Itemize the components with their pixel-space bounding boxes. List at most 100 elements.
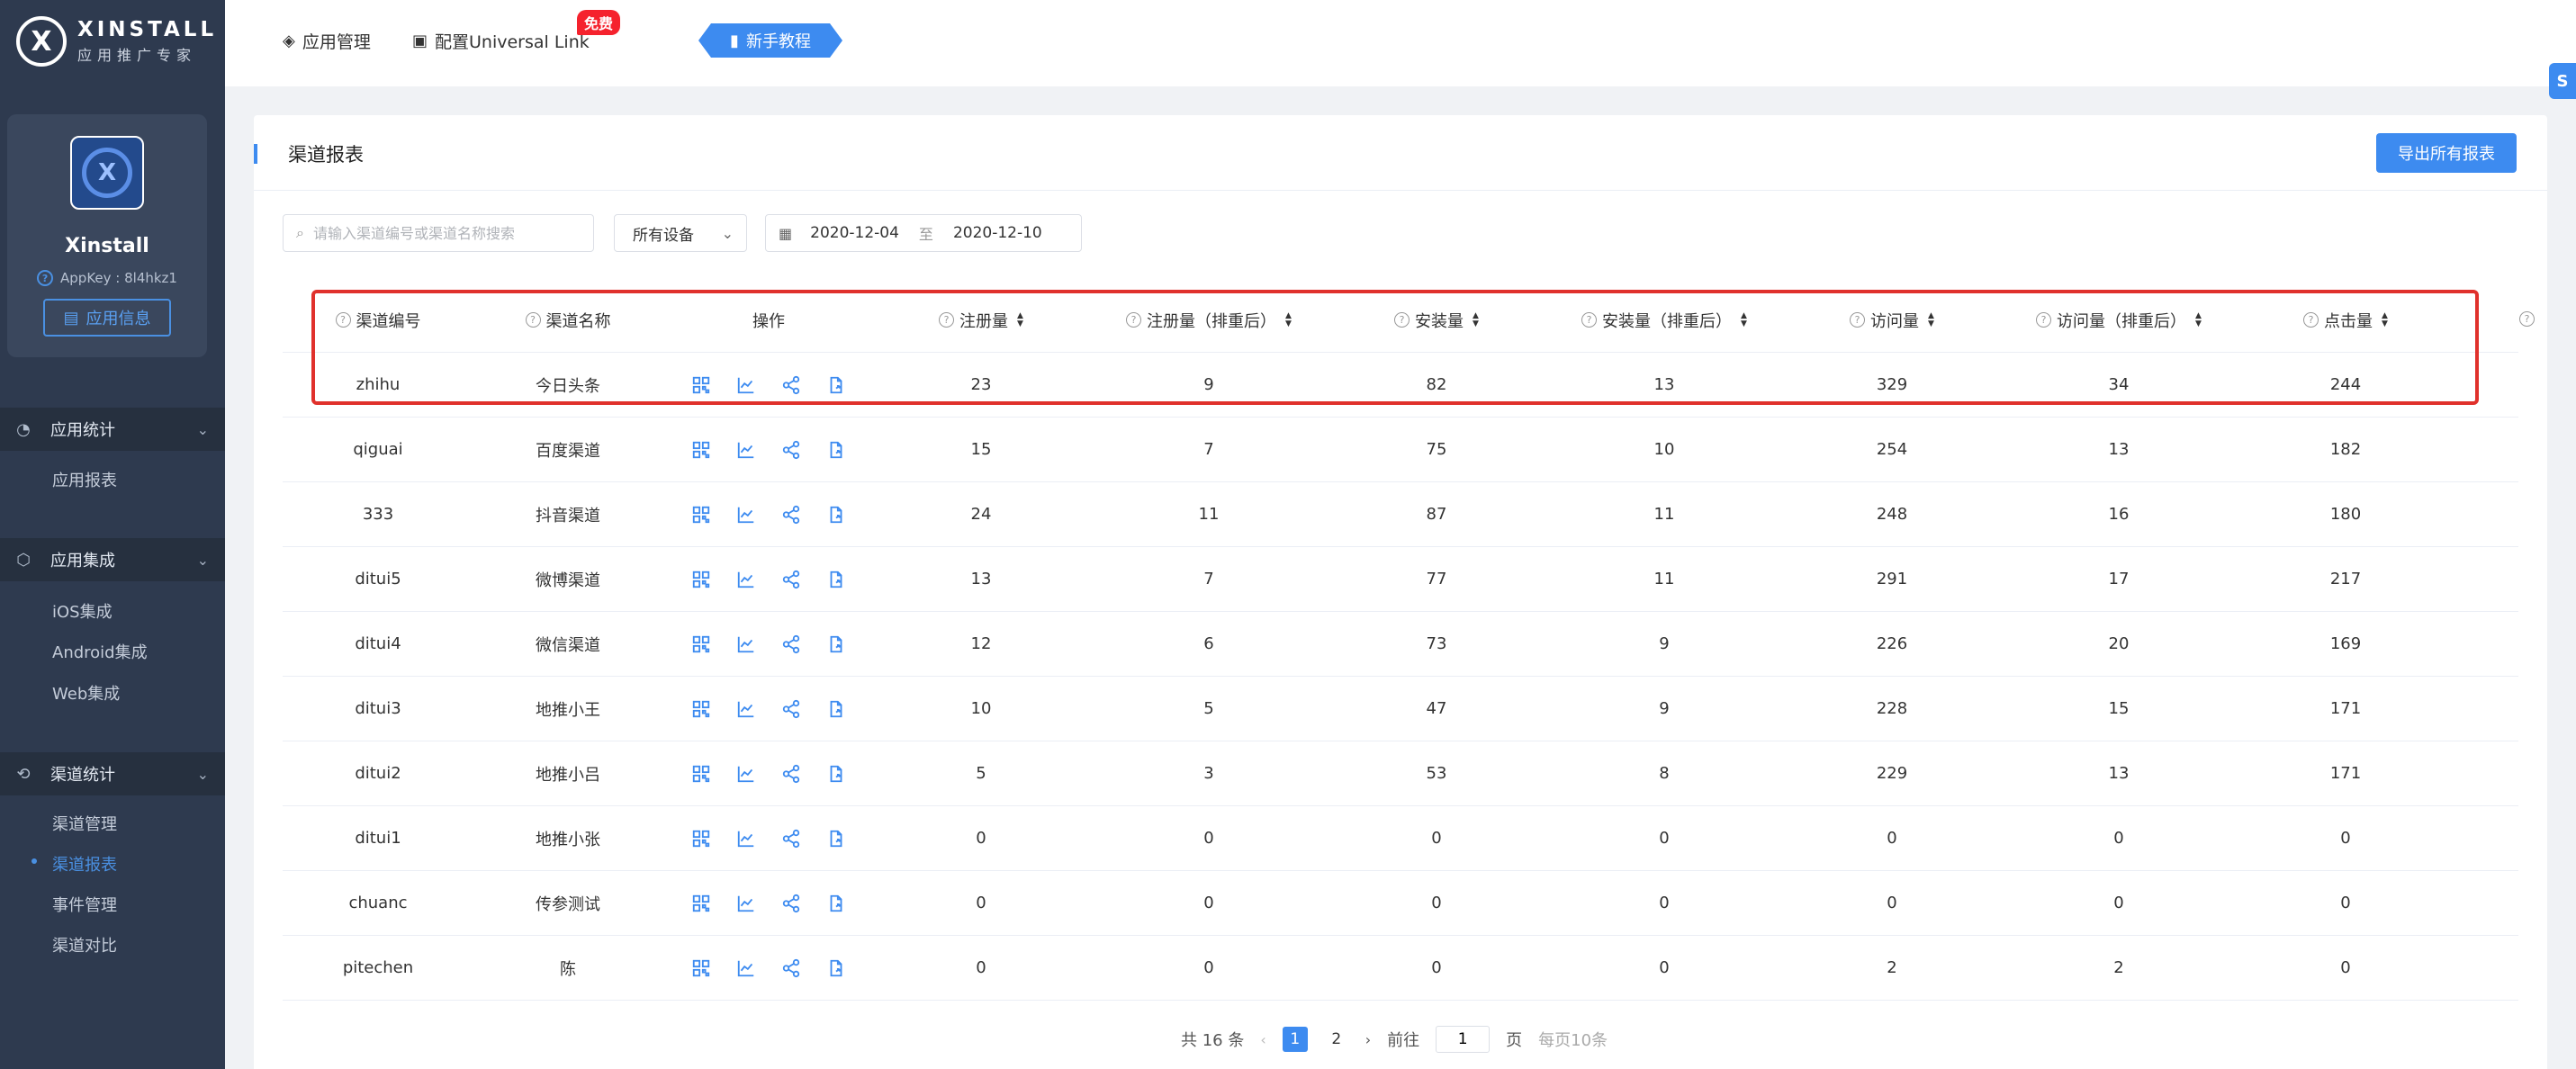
export-file-icon[interactable] (826, 570, 846, 589)
search-box[interactable]: ⌕ (283, 214, 594, 252)
share-icon[interactable] (781, 634, 801, 654)
calendar-icon: ▦ (779, 224, 793, 242)
nav-group-channel-stats[interactable]: ⟲ 渠道统计 ⌄ (0, 752, 225, 795)
help-icon[interactable]: ? (2519, 311, 2535, 327)
sort-icon[interactable]: ▲ ▼ (2195, 311, 2202, 328)
goto-page-input[interactable] (1436, 1026, 1491, 1053)
sidebar-item-app-report[interactable]: 应用报表 (52, 468, 117, 491)
share-icon[interactable] (781, 894, 801, 913)
help-icon[interactable]: ? (939, 312, 955, 328)
column-header[interactable]: ? 访问量 ▲ ▼ (1786, 309, 1998, 332)
column-header[interactable]: ? 注册量（排重后） ▲ ▼ (1087, 309, 1330, 332)
qrcode-icon[interactable] (691, 699, 711, 719)
table-cell: 0 (1203, 894, 1214, 912)
export-file-icon[interactable] (826, 634, 846, 654)
qrcode-icon[interactable] (691, 829, 711, 849)
export-all-button[interactable]: 导出所有报表 (2376, 133, 2517, 173)
share-icon[interactable] (781, 958, 801, 978)
search-input[interactable] (312, 224, 574, 242)
qrcode-icon[interactable] (691, 570, 711, 589)
export-file-icon[interactable] (826, 894, 846, 913)
floating-service-icon[interactable]: S (2549, 63, 2576, 99)
share-icon[interactable] (781, 375, 801, 395)
qrcode-icon[interactable] (691, 958, 711, 978)
help-icon[interactable]: ? (525, 312, 541, 328)
page-2-button[interactable]: 2 (1324, 1027, 1349, 1052)
sort-icon[interactable]: ▲ ▼ (1285, 311, 1292, 328)
share-icon[interactable] (781, 440, 801, 460)
qrcode-icon[interactable] (691, 764, 711, 784)
export-file-icon[interactable] (826, 764, 846, 784)
sort-icon[interactable]: ▲ ▼ (1017, 311, 1023, 328)
export-file-icon[interactable] (826, 829, 846, 849)
column-header[interactable]: ? 访问量（排重后） ▲ ▼ (1998, 309, 2239, 332)
line-chart-icon[interactable] (736, 505, 756, 525)
next-page-icon[interactable]: › (1365, 1031, 1371, 1048)
line-chart-icon[interactable] (736, 829, 756, 849)
sidebar-item-ios[interactable]: iOS集成 (52, 599, 113, 623)
qrcode-icon[interactable] (691, 894, 711, 913)
column-header[interactable]: ? 点击量 ▲ ▼ (2239, 309, 2452, 332)
column-header[interactable]: ? 安装量 ▲ ▼ (1330, 309, 1543, 332)
share-icon[interactable] (781, 699, 801, 719)
nav-group-app-integration[interactable]: ⬡ 应用集成 ⌄ (0, 538, 225, 581)
export-file-icon[interactable] (826, 505, 846, 525)
table-row: ditui3 地推小王 10 5 47 9 228 15 171 (283, 677, 2518, 741)
qrcode-icon[interactable] (691, 634, 711, 654)
qrcode-icon[interactable] (691, 440, 711, 460)
date-start[interactable]: 2020-12-04 (810, 224, 899, 242)
sidebar-item-android[interactable]: Android集成 (52, 640, 148, 663)
help-icon[interactable]: ? (1126, 312, 1142, 328)
row-actions (662, 375, 875, 395)
sidebar-item-event-manage[interactable]: 事件管理 (52, 893, 117, 916)
help-icon[interactable]: ? (1850, 312, 1866, 328)
help-icon[interactable]: ? (37, 270, 54, 286)
share-icon[interactable] (781, 829, 801, 849)
export-file-icon[interactable] (826, 440, 846, 460)
nav-app-manage[interactable]: ◈ 应用管理 (283, 29, 371, 53)
line-chart-icon[interactable] (736, 634, 756, 654)
app-info-button[interactable]: ▤ 应用信息 (43, 299, 171, 337)
date-range-picker[interactable]: ▦ 2020-12-04 至 2020-12-10 (765, 214, 1082, 252)
brand-logo[interactable]: X XINSTALL 应用推广专家 (0, 0, 225, 83)
column-header[interactable]: ? 安装量（排重后） ▲ ▼ (1543, 309, 1786, 332)
line-chart-icon[interactable] (736, 440, 756, 460)
date-end[interactable]: 2020-12-10 (953, 224, 1042, 242)
line-chart-icon[interactable] (736, 894, 756, 913)
sort-icon[interactable]: ▲ ▼ (1741, 311, 1747, 328)
share-icon[interactable] (781, 764, 801, 784)
sort-icon[interactable]: ▲ ▼ (1928, 311, 1934, 328)
share-icon[interactable] (781, 570, 801, 589)
column-header[interactable]: ? 注册量 ▲ ▼ (875, 309, 1087, 332)
sidebar-item-channel-manage[interactable]: 渠道管理 (52, 812, 117, 835)
row-actions (662, 829, 875, 849)
export-file-icon[interactable] (826, 375, 846, 395)
sort-icon[interactable]: ▲ ▼ (1473, 311, 1479, 328)
help-icon[interactable]: ? (335, 312, 351, 328)
share-icon[interactable] (781, 505, 801, 525)
tutorial-button[interactable]: ▮ 新手教程 (698, 23, 842, 58)
nav-group-app-stats[interactable]: ◔ 应用统计 ⌄ (0, 408, 225, 451)
help-icon[interactable]: ? (2303, 312, 2319, 328)
prev-page-icon[interactable]: ‹ (1260, 1031, 1265, 1048)
qrcode-icon[interactable] (691, 375, 711, 395)
sidebar-item-channel-compare[interactable]: 渠道对比 (52, 933, 117, 957)
help-icon[interactable]: ? (1394, 312, 1410, 328)
export-file-icon[interactable] (826, 958, 846, 978)
table-row: ditui5 微博渠道 13 7 77 11 291 17 217 (283, 547, 2518, 612)
sidebar-item-web[interactable]: Web集成 (52, 681, 120, 705)
line-chart-icon[interactable] (736, 764, 756, 784)
line-chart-icon[interactable] (736, 699, 756, 719)
line-chart-icon[interactable] (736, 570, 756, 589)
qrcode-icon[interactable] (691, 505, 711, 525)
sort-icon[interactable]: ▲ ▼ (2382, 311, 2388, 328)
export-file-icon[interactable] (826, 699, 846, 719)
nav-universal-link[interactable]: ▣ 配置Universal Link (412, 29, 590, 53)
help-icon[interactable]: ? (2036, 312, 2052, 328)
help-icon[interactable]: ? (1581, 312, 1598, 328)
device-select[interactable]: 所有设备 ⌄ (614, 214, 747, 252)
line-chart-icon[interactable] (736, 958, 756, 978)
line-chart-icon[interactable] (736, 375, 756, 395)
page-1-button[interactable]: 1 (1282, 1027, 1308, 1052)
sidebar-item-channel-report[interactable]: 渠道报表 (52, 852, 117, 876)
